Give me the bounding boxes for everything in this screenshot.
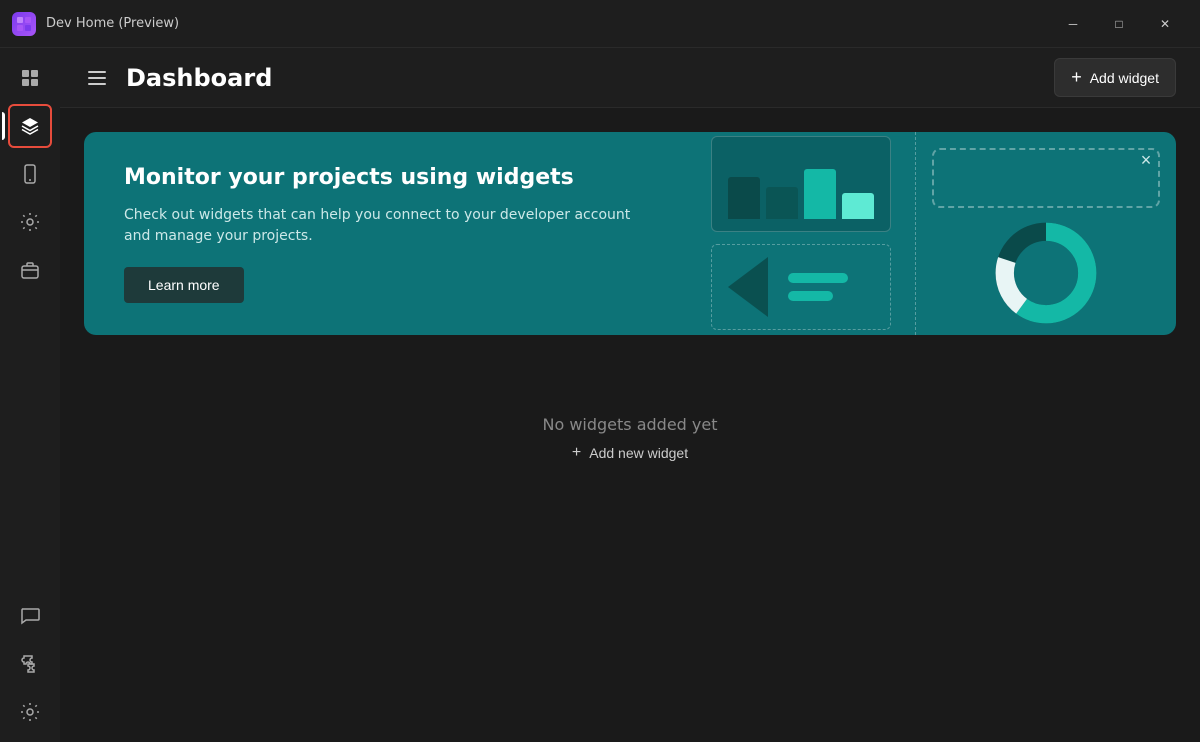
arrow-shape [728,257,768,317]
illus-line-1 [788,273,848,283]
illus-line-2 [788,291,833,301]
add-new-widget-button[interactable]: + Add new widget [572,444,688,462]
donut-chart-illustration [991,218,1101,328]
content-wrapper: Dashboard + Add widget Monitor your proj… [60,48,1200,742]
illus-top-right [932,148,1160,208]
sidebar [0,48,60,742]
add-widget-label: Add widget [1090,70,1159,86]
sidebar-item-extensions[interactable] [8,248,52,292]
chat-icon [20,606,40,626]
close-button[interactable]: ✕ [1142,8,1188,40]
banner-card: Monitor your projects using widgets Chec… [84,132,1176,335]
minimize-button[interactable]: ─ [1050,8,1096,40]
puzzle-icon [20,654,40,674]
lines-group [788,273,848,301]
titlebar: Dev Home (Preview) ─ □ ✕ [0,0,1200,48]
layers-icon [20,116,40,136]
header: Dashboard + Add widget [60,48,1200,108]
banner-title: Monitor your projects using widgets [124,164,644,193]
app-icon [12,12,36,36]
no-widgets-area: No widgets added yet + Add new widget [84,415,1176,462]
briefcase-icon [20,260,40,280]
banner-content: Monitor your projects using widgets Chec… [124,164,644,303]
window-controls: ─ □ ✕ [1050,8,1188,40]
add-new-widget-label: Add new widget [589,445,688,461]
no-widgets-text: No widgets added yet [542,415,717,434]
plus-icon: + [1071,67,1082,88]
maximize-button[interactable]: □ [1096,8,1142,40]
sidebar-item-dashboard[interactable] [8,56,52,100]
bar-1 [728,177,760,219]
hamburger-button[interactable] [84,67,110,89]
page-title: Dashboard [126,64,1038,92]
bar-chart-illustration [728,149,874,219]
hamburger-line-3 [88,83,106,85]
hamburger-line-1 [88,71,106,73]
sidebar-item-extensions2[interactable] [8,642,52,686]
sidebar-item-machine[interactable] [8,152,52,196]
bar-3 [804,169,836,219]
add-widget-button[interactable]: + Add widget [1054,58,1176,97]
sidebar-item-feedback[interactable] [8,594,52,638]
sidebar-item-dev-settings[interactable] [8,200,52,244]
main-layout: Dashboard + Add widget Monitor your proj… [0,48,1200,742]
bar-2 [766,187,798,219]
settings-icon [20,702,40,722]
plus-icon-small: + [572,444,581,462]
hamburger-line-2 [88,77,106,79]
bar-4 [842,193,874,219]
sidebar-item-widgets[interactable] [8,104,52,148]
banner-description: Check out widgets that can help you conn… [124,205,644,247]
grid-icon [20,68,40,88]
illus-right-panel [916,132,1176,335]
content-area: Monitor your projects using widgets Chec… [60,108,1200,742]
gear-icon [20,212,40,232]
phone-icon [20,164,40,184]
sidebar-item-settings[interactable] [8,690,52,734]
banner-illustration [686,132,1176,335]
illus-bottom-right [932,218,1160,328]
app-title: Dev Home (Preview) [46,16,1050,31]
illus-left-panel [686,132,916,335]
learn-more-button[interactable]: Learn more [124,267,244,303]
